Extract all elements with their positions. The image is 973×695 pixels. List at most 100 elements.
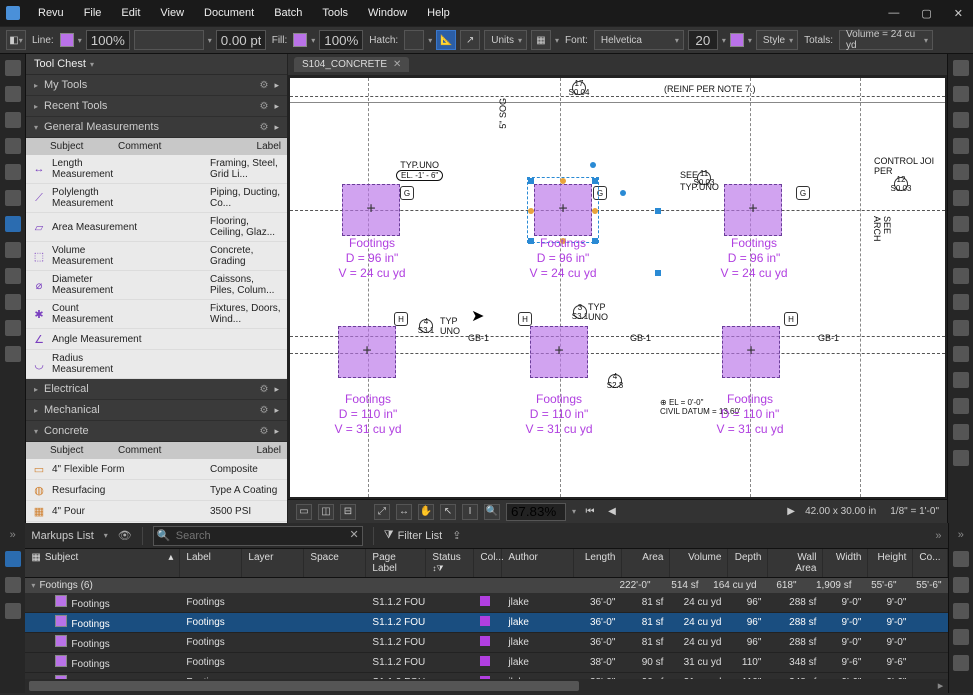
rail-signatures-icon[interactable] bbox=[5, 320, 21, 336]
tool-chest-header[interactable]: Tool Chest▾ bbox=[26, 54, 287, 75]
line-color-swatch[interactable] bbox=[60, 33, 74, 47]
maximize-button[interactable]: ▢ bbox=[917, 7, 935, 20]
gear-icon[interactable]: ⚙ bbox=[260, 384, 269, 395]
section-general-measurements[interactable]: ▾General Measurements ⚙▸ bbox=[26, 117, 287, 138]
markup-row[interactable]: Footings Footings S1.1.2 FOUN... jlake 3… bbox=[25, 613, 947, 633]
rail-cloud-icon[interactable] bbox=[953, 320, 969, 336]
menu-edit[interactable]: Edit bbox=[111, 7, 150, 19]
totals-value-dropdown[interactable]: Volume = 24 cu yd▾ bbox=[839, 30, 933, 50]
split-vertical-icon[interactable]: ◫ bbox=[318, 504, 334, 520]
next-page-icon[interactable]: ▶ bbox=[783, 504, 799, 520]
tool-chest-item[interactable]: ▱Area MeasurementFlooring, Ceiling, Glaz… bbox=[26, 213, 287, 242]
zoom-icon[interactable]: 🔍 bbox=[484, 504, 500, 520]
rail-pen-icon[interactable] bbox=[953, 86, 969, 102]
drawing-canvas[interactable]: (REINF PER NOTE 7.) 5" SOG 17 S0.04 TYP.… bbox=[288, 76, 947, 499]
footing-marker[interactable] bbox=[342, 184, 400, 236]
rail-markups-list-icon[interactable] bbox=[5, 551, 21, 567]
tool-chest-item[interactable]: ◡Radius Measurement bbox=[26, 350, 287, 379]
line-opacity-input[interactable] bbox=[86, 30, 130, 50]
markup-row[interactable]: Footings Footings S1.1.2 FOUN... jlake 3… bbox=[25, 633, 947, 653]
rail-image-icon[interactable] bbox=[953, 372, 969, 388]
visibility-icon[interactable]: 👁 bbox=[118, 529, 132, 542]
rail-studio-icon[interactable] bbox=[5, 346, 21, 362]
section-mechanical[interactable]: ▸Mechanical ⚙▸ bbox=[26, 400, 287, 421]
minimize-button[interactable]: — bbox=[884, 7, 903, 20]
export-icon[interactable]: ⇪ bbox=[452, 529, 461, 542]
tool-chest-item[interactable]: ✱Count MeasurementFixtures, Doors, Wind.… bbox=[26, 300, 287, 329]
rail-highlight-icon[interactable] bbox=[953, 112, 969, 128]
markups-column-header[interactable]: ▦Subject▴ Label Layer Space Page Label S… bbox=[25, 549, 947, 578]
filter-button[interactable]: ⧩ Filter List bbox=[384, 529, 442, 542]
clear-search-icon[interactable]: ✕ bbox=[350, 528, 359, 541]
footing-marker[interactable] bbox=[724, 184, 782, 236]
menu-tools[interactable]: Tools bbox=[312, 7, 358, 19]
rail-polygon-icon[interactable] bbox=[953, 294, 969, 310]
collapse-right-icon[interactable]: » bbox=[935, 530, 941, 542]
rail-arrow-icon[interactable] bbox=[953, 164, 969, 180]
rail-list-icon[interactable] bbox=[953, 551, 969, 567]
close-tab-icon[interactable]: ✕ bbox=[393, 59, 401, 70]
rail-quantity-icon[interactable] bbox=[5, 603, 21, 619]
rail-bookmarks-icon[interactable] bbox=[5, 86, 21, 102]
menu-window[interactable]: Window bbox=[358, 7, 417, 19]
fit-page-icon[interactable]: ⤢ bbox=[374, 504, 390, 520]
first-page-icon[interactable]: ⏮ bbox=[582, 504, 598, 520]
gear-icon[interactable]: ⚙ bbox=[260, 101, 269, 112]
fill-opacity-input[interactable] bbox=[319, 30, 363, 50]
section-electrical[interactable]: ▸Electrical ⚙▸ bbox=[26, 379, 287, 400]
rail-groups-icon[interactable] bbox=[953, 629, 969, 645]
section-my-tools[interactable]: ▸My Tools ⚙▸ bbox=[26, 75, 287, 96]
text-select-icon[interactable]: I bbox=[462, 504, 478, 520]
shape-button[interactable]: ▦ bbox=[531, 30, 551, 50]
horizontal-scrollbar[interactable]: ◂ ▸ bbox=[25, 679, 947, 693]
rail-properties-icon[interactable] bbox=[5, 112, 21, 128]
close-button[interactable]: ✕ bbox=[950, 7, 967, 20]
tool-chest-item[interactable]: ▭4" Flexible FormComposite bbox=[26, 459, 287, 480]
rail-sync-icon[interactable] bbox=[953, 603, 969, 619]
prev-page-icon[interactable]: ◀ bbox=[604, 504, 620, 520]
rail-flag-icon[interactable] bbox=[953, 398, 969, 414]
rail-tool-chest-icon[interactable] bbox=[5, 216, 21, 232]
rail-text-icon[interactable] bbox=[953, 60, 969, 76]
footing-marker[interactable] bbox=[722, 326, 780, 378]
tool-chest-item[interactable]: ◍ResurfacingType A Coating bbox=[26, 480, 287, 501]
markups-group-row[interactable]: ▾Footings (6) 222'-0" 514 sf 164 cu yd 6… bbox=[25, 578, 947, 593]
footing-marker[interactable] bbox=[530, 326, 588, 378]
gear-icon[interactable]: ⚙ bbox=[260, 80, 269, 91]
split-horizontal-icon[interactable]: ⊟ bbox=[340, 504, 356, 520]
tool-chest-item[interactable]: ⌀Diameter MeasurementCaissons, Piles, Co… bbox=[26, 271, 287, 300]
gear-icon[interactable]: ⚙ bbox=[260, 426, 269, 437]
tool-chest-item[interactable]: ⟋Polylength MeasurementPiping, Ducting, … bbox=[26, 184, 287, 213]
section-recent-tools[interactable]: ▸Recent Tools ⚙▸ bbox=[26, 96, 287, 117]
footing-marker[interactable] bbox=[338, 326, 396, 378]
rail-stamp-icon[interactable] bbox=[953, 346, 969, 362]
rail-callout-icon[interactable] bbox=[953, 190, 969, 206]
font-family-dropdown[interactable]: Helvetica▾ bbox=[594, 30, 684, 50]
rail-measure-icon[interactable] bbox=[5, 242, 21, 258]
tool-chest-item[interactable]: ∠Angle Measurement bbox=[26, 329, 287, 350]
scale-button[interactable]: ↗ bbox=[460, 30, 480, 50]
fit-width-icon[interactable]: ↔ bbox=[396, 504, 412, 520]
font-size-input[interactable] bbox=[688, 30, 718, 50]
search-input[interactable] bbox=[153, 526, 363, 546]
markup-row[interactable]: Footings Footings S1.1.2 FOUN... jlake 3… bbox=[25, 653, 947, 673]
rail-dimension-icon[interactable] bbox=[953, 216, 969, 232]
document-tab[interactable]: S104_CONCRETE ✕ bbox=[294, 57, 409, 72]
gear-icon[interactable]: ⚙ bbox=[260, 122, 269, 133]
rail-compare-icon[interactable] bbox=[953, 577, 969, 593]
rail-3d-icon[interactable] bbox=[5, 577, 21, 593]
menu-help[interactable]: Help bbox=[417, 7, 460, 19]
style-dropdown[interactable]: Style▾ bbox=[756, 30, 798, 50]
measure-mode-button[interactable]: 📐 bbox=[436, 30, 456, 50]
footing-marker-selected[interactable] bbox=[534, 184, 592, 236]
stroke-weight-input[interactable] bbox=[216, 30, 266, 50]
menu-document[interactable]: Document bbox=[194, 7, 264, 19]
gear-icon[interactable]: ⚙ bbox=[260, 405, 269, 416]
rail-rectangle-icon[interactable] bbox=[953, 242, 969, 258]
section-concrete[interactable]: ▾Concrete ⚙▸ bbox=[26, 421, 287, 442]
select-icon[interactable]: ↖ bbox=[440, 504, 456, 520]
markup-row[interactable]: Footings Footings S1.1.2 FOUN... jlake 3… bbox=[25, 593, 947, 613]
rail-sets-icon[interactable] bbox=[5, 190, 21, 206]
menu-revu[interactable]: Revu bbox=[28, 7, 74, 19]
menu-batch[interactable]: Batch bbox=[264, 7, 312, 19]
